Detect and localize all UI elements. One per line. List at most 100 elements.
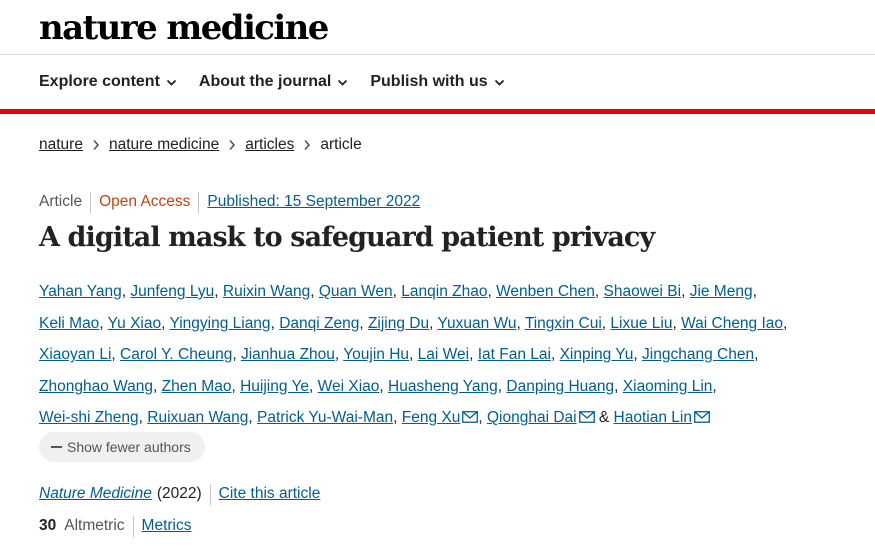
author-link[interactable]: Patrick Yu-Wai-Man [257, 409, 393, 426]
author-item: Yu Xiao [108, 315, 161, 332]
chevron-down-icon [166, 79, 177, 86]
header-divider [0, 54, 875, 55]
author-link[interactable]: Quan Wen [319, 283, 393, 300]
author-link[interactable]: Haotian Lin [614, 409, 692, 426]
meta-divider [132, 515, 134, 537]
author-item: Zhen Mao [162, 378, 232, 395]
author-link[interactable]: Jingchang Chen [642, 346, 754, 363]
article-type: Article [39, 193, 83, 210]
brand-bar [0, 109, 875, 114]
nav-label: Publish with us [370, 73, 488, 90]
author-item: Huijing Ye [240, 378, 309, 395]
nav-label: Explore content [39, 73, 160, 90]
author-item: Xiaoyan Li [39, 346, 111, 363]
author-link[interactable]: Danqi Zeng [279, 315, 359, 332]
author-link[interactable]: Yahan Yang [39, 283, 122, 300]
author-link[interactable]: Lanqin Zhao [401, 283, 487, 300]
author-link[interactable]: Huasheng Yang [388, 378, 498, 395]
author-item: Iat Fan Lai [478, 346, 551, 363]
author-link[interactable]: Jie Meng [690, 283, 753, 300]
mail-icon[interactable] [694, 411, 710, 424]
breadcrumb-nature[interactable]: nature [39, 136, 83, 154]
metrics-line: 30 Altmetric Metrics [39, 515, 192, 537]
author-link[interactable]: Wei-shi Zheng [39, 409, 139, 426]
meta-divider [209, 483, 211, 505]
show-fewer-label: Show fewer authors [67, 439, 191, 455]
author-link[interactable]: Shaowei Bi [604, 283, 682, 300]
author-item: Quan Wen [319, 283, 393, 300]
author-link[interactable]: Lai Wei [418, 346, 469, 363]
author-item: Patrick Yu-Wai-Man [257, 409, 393, 426]
author-link[interactable]: Xiaoyan Li [39, 346, 111, 363]
author-link[interactable]: Feng Xu [402, 409, 461, 426]
publication-year: (2022) [156, 485, 202, 502]
author-item: Wai Cheng Iao [681, 315, 783, 332]
author-item: Wei Xiao [318, 378, 380, 395]
author-link[interactable]: Yingying Liang [169, 315, 270, 332]
author-link[interactable]: Wai Cheng Iao [681, 315, 783, 332]
author-link[interactable]: Xiaoming Lin [623, 378, 713, 395]
author-item: Yuxuan Wu [437, 315, 516, 332]
show-fewer-authors-button[interactable]: Show fewer authors [39, 432, 205, 462]
author-link[interactable]: Danping Huang [506, 378, 614, 395]
altmetric-label: Altmetric [64, 517, 125, 534]
author-item: Yingying Liang [169, 315, 270, 332]
nav-explore-content[interactable]: Explore content [39, 70, 177, 94]
author-link[interactable]: Junfeng Lyu [130, 283, 214, 300]
author-item: Junfeng Lyu [130, 283, 214, 300]
nav-about-journal[interactable]: About the journal [199, 70, 348, 94]
author-item: Xiaoming Lin [623, 378, 713, 395]
author-item: Shaowei Bi [604, 283, 682, 300]
author-link[interactable]: Youjin Hu [343, 346, 409, 363]
author-link[interactable]: Carol Y. Cheung [120, 346, 232, 363]
author-link[interactable]: Wenben Chen [496, 283, 595, 300]
author-link[interactable]: Ruixuan Wang [147, 409, 248, 426]
author-item: Danqi Zeng [279, 315, 359, 332]
author-item: Zhonghao Wang [39, 378, 153, 395]
mail-icon[interactable] [462, 411, 479, 424]
author-item: Danping Huang [506, 378, 614, 395]
author-item: Jie Meng [690, 283, 753, 300]
nav-publish[interactable]: Publish with us [370, 70, 504, 94]
author-link[interactable]: Tingxin Cui [525, 315, 602, 332]
author-item: Carol Y. Cheung [120, 346, 232, 363]
author-link[interactable]: Yu Xiao [108, 315, 161, 332]
author-link[interactable]: Yuxuan Wu [437, 315, 516, 332]
author-item: Yahan Yang [39, 283, 122, 300]
author-link[interactable]: Xinping Yu [560, 346, 634, 363]
journal-link[interactable]: Nature Medicine [39, 485, 152, 502]
open-access-label: Open Access [99, 193, 191, 210]
author-link[interactable]: Wei Xiao [318, 378, 380, 395]
author-item: Lanqin Zhao [401, 283, 487, 300]
published-date-link[interactable]: Published: 15 September 2022 [207, 193, 420, 211]
author-item: Xinping Yu [560, 346, 634, 363]
breadcrumb-nature-medicine[interactable]: nature medicine [109, 136, 219, 154]
author-link[interactable]: Keli Mao [39, 315, 99, 332]
author-list: Yahan Yang, Junfeng Lyu, Ruixin Wang, Qu… [39, 283, 788, 427]
breadcrumb-articles[interactable]: articles [245, 136, 294, 154]
author-link[interactable]: Iat Fan Lai [478, 346, 551, 363]
author-item: Qionghai Dai [487, 409, 595, 426]
metrics-link[interactable]: Metrics [142, 517, 192, 535]
main-nav: Explore content About the journal Publis… [39, 70, 505, 94]
author-link[interactable]: Zijing Du [368, 315, 429, 332]
author-link[interactable]: Lixue Liu [610, 315, 672, 332]
journal-logo[interactable]: nature medicine [39, 6, 329, 50]
author-link[interactable]: Qionghai Dai [487, 409, 577, 426]
author-item: Lixue Liu [610, 315, 672, 332]
cite-article-link[interactable]: Cite this article [219, 485, 321, 503]
author-item: Wei-shi Zheng [39, 409, 139, 426]
author-link[interactable]: Jianhua Zhou [241, 346, 335, 363]
author-link[interactable]: Ruixin Wang [223, 283, 310, 300]
breadcrumb-current: article [320, 136, 362, 153]
author-item: Feng Xu [402, 409, 479, 426]
chevron-right-icon [229, 139, 236, 151]
author-link[interactable]: Zhonghao Wang [39, 378, 153, 395]
author-item: Jingchang Chen [642, 346, 754, 363]
author-link[interactable]: Huijing Ye [240, 378, 309, 395]
chevron-right-icon [93, 139, 100, 151]
author-link[interactable]: Zhen Mao [162, 378, 232, 395]
author-item: Ruixin Wang [223, 283, 310, 300]
mail-icon[interactable] [578, 411, 595, 424]
author-item: Keli Mao [39, 315, 99, 332]
